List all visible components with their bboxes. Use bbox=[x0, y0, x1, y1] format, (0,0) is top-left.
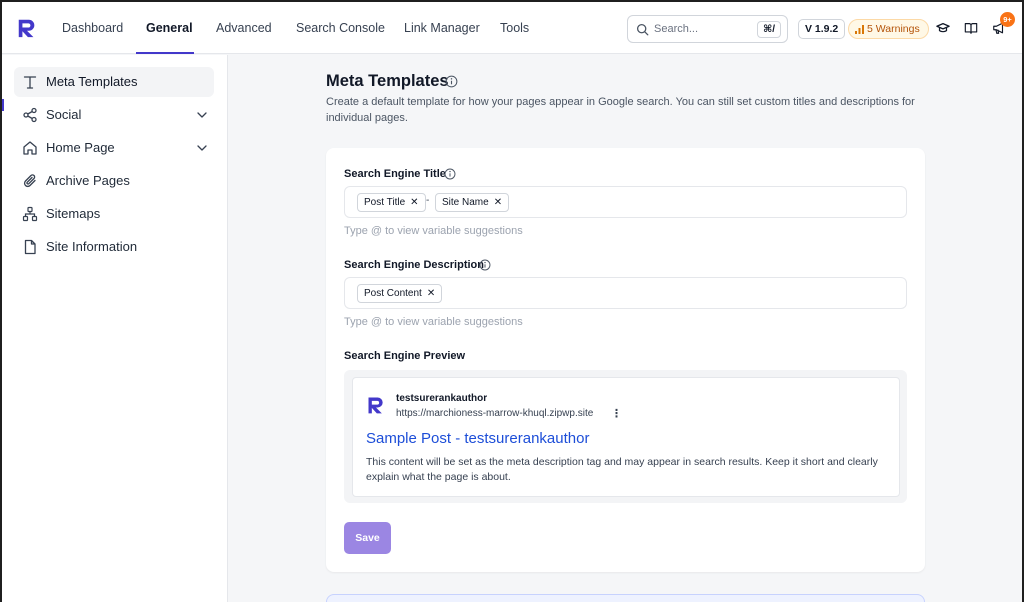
sidebar: Meta Templates Social Home Page Archive … bbox=[2, 55, 228, 602]
notification-count-badge: 9+ bbox=[1000, 12, 1015, 27]
sidebar-item-archive-pages[interactable]: Archive Pages bbox=[14, 166, 214, 196]
preview-description: This content will be set as the meta des… bbox=[366, 456, 878, 483]
variable-tag-site-name: Site Name ✕ bbox=[435, 193, 510, 212]
search-input[interactable] bbox=[654, 20, 750, 38]
tag-separator: - bbox=[426, 195, 430, 206]
next-section-card bbox=[326, 594, 925, 602]
sidebar-item-meta-templates[interactable]: Meta Templates bbox=[14, 67, 214, 97]
paperclip-icon bbox=[23, 174, 36, 188]
sidebar-item-label: Archive Pages bbox=[46, 173, 130, 188]
top-navigation: Dashboard General Advanced Search Consol… bbox=[2, 2, 1022, 54]
remove-tag-icon[interactable]: ✕ bbox=[410, 197, 418, 208]
remove-tag-icon[interactable]: ✕ bbox=[427, 288, 435, 299]
sidebar-item-site-information[interactable]: Site Information bbox=[14, 232, 214, 262]
tag-label: Post Content bbox=[364, 288, 422, 299]
preview-site-name: testsurerankauthor bbox=[396, 393, 488, 404]
file-icon bbox=[24, 239, 36, 255]
graduation-cap-icon[interactable] bbox=[936, 21, 950, 35]
search-preview-container: testsurerankauthor https://marchioness-m… bbox=[344, 370, 907, 503]
signal-bars-icon bbox=[855, 24, 864, 34]
variable-tag-post-content: Post Content ✕ bbox=[357, 284, 443, 303]
title-field-hint: Type @ to view variable suggestions bbox=[344, 225, 523, 237]
variable-tag-post-title: Post Title ✕ bbox=[357, 193, 426, 212]
sitemap-icon bbox=[22, 206, 38, 222]
text-t-icon bbox=[23, 76, 37, 89]
meta-templates-card: Search Engine Title Post Title ✕ - Site N… bbox=[326, 148, 925, 572]
warnings-badge[interactable]: 5 Warnings bbox=[848, 19, 929, 39]
nav-tools[interactable]: Tools bbox=[500, 2, 529, 54]
sidebar-item-sitemaps[interactable]: Sitemaps bbox=[14, 199, 214, 229]
more-options-icon: ⋮ bbox=[611, 408, 622, 420]
nav-link-manager[interactable]: Link Manager bbox=[404, 2, 480, 54]
nav-advanced[interactable]: Advanced bbox=[216, 2, 272, 54]
remove-tag-icon[interactable]: ✕ bbox=[494, 197, 502, 208]
search-engine-description-label: Search Engine Description bbox=[344, 259, 484, 271]
nav-search-console[interactable]: Search Console bbox=[296, 2, 385, 54]
warnings-label: 5 Warnings bbox=[867, 23, 920, 35]
chevron-down-icon[interactable] bbox=[196, 142, 208, 154]
sidebar-item-label: Site Information bbox=[46, 239, 138, 254]
page-title: Meta Templates bbox=[326, 72, 449, 90]
search-box[interactable]: ⌘/ bbox=[627, 15, 788, 43]
preview-title: Sample Post - testsurerankauthor bbox=[366, 430, 590, 447]
info-icon[interactable] bbox=[445, 75, 458, 88]
tag-label: Post Title bbox=[364, 197, 406, 208]
search-shortcut: ⌘/ bbox=[756, 21, 781, 38]
nav-general[interactable]: General bbox=[146, 2, 193, 54]
version-badge: V 1.9.2 bbox=[798, 19, 846, 39]
info-icon[interactable] bbox=[444, 168, 456, 180]
search-result-preview: testsurerankauthor https://marchioness-m… bbox=[352, 377, 900, 497]
search-engine-title-input[interactable]: Post Title ✕ - Site Name ✕ bbox=[344, 186, 907, 218]
tag-label: Site Name bbox=[442, 197, 489, 208]
app-window: Dashboard General Advanced Search Consol… bbox=[2, 2, 1022, 602]
search-engine-description-input[interactable]: Post Content ✕ bbox=[344, 277, 907, 309]
site-favicon-icon bbox=[368, 397, 383, 414]
save-button[interactable]: Save bbox=[344, 522, 391, 554]
sidebar-item-home-page[interactable]: Home Page bbox=[14, 133, 214, 163]
nav-dashboard[interactable]: Dashboard bbox=[62, 2, 123, 54]
share-icon bbox=[23, 107, 37, 123]
active-tab-indicator bbox=[136, 52, 194, 54]
sidebar-item-social[interactable]: Social bbox=[14, 100, 214, 130]
search-engine-title-label: Search Engine Title bbox=[344, 168, 446, 180]
sidebar-item-label: Sitemaps bbox=[46, 206, 101, 221]
sidebar-edge-marker bbox=[2, 99, 4, 111]
page-description: Create a default template for how your p… bbox=[326, 96, 915, 124]
home-icon bbox=[23, 141, 37, 155]
search-engine-preview-label: Search Engine Preview bbox=[344, 350, 466, 362]
sidebar-item-label: Home Page bbox=[46, 140, 115, 155]
preview-url: https://marchioness-marrow-khuql.zipwp.s… bbox=[396, 408, 594, 419]
surerank-logo-icon[interactable] bbox=[16, 17, 38, 39]
sidebar-item-label: Meta Templates bbox=[46, 74, 138, 89]
sidebar-item-label: Social bbox=[46, 107, 82, 122]
info-icon[interactable] bbox=[479, 259, 491, 271]
description-field-hint: Type @ to view variable suggestions bbox=[344, 316, 523, 328]
search-icon bbox=[636, 23, 649, 36]
chevron-down-icon[interactable] bbox=[196, 109, 208, 121]
book-open-icon[interactable] bbox=[964, 21, 978, 35]
